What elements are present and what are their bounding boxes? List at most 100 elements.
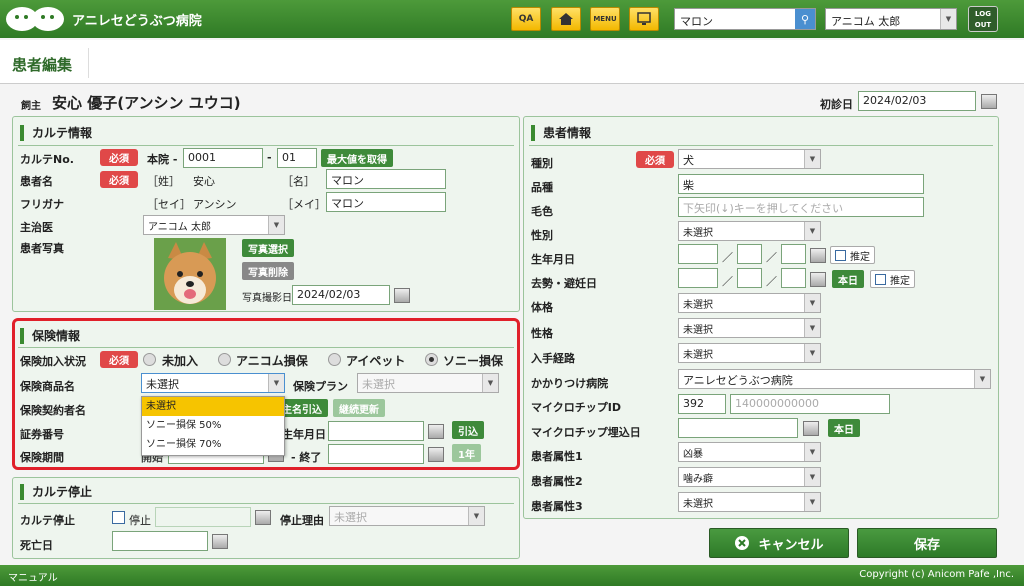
birth-day-field[interactable] — [781, 244, 806, 264]
attr2-label: 患者属性2 — [531, 475, 583, 488]
stop-title: カルテ停止 — [20, 484, 92, 500]
temper-select[interactable]: 未選択 ▼ — [678, 318, 821, 338]
mei-field[interactable]: マロン — [326, 169, 446, 189]
karte-no-field-1[interactable]: 0001 — [183, 148, 263, 168]
monitor-icon[interactable] — [629, 7, 659, 31]
one-year-button[interactable]: 1年 — [452, 444, 481, 462]
photo-delete-button[interactable]: 写真削除 — [242, 262, 294, 280]
karte-no-field-2[interactable]: 01 — [277, 148, 317, 168]
owner-pull-button[interactable]: 主名引込 — [280, 399, 328, 417]
chip-today-button[interactable]: 本日 — [828, 419, 860, 437]
dropdown-option[interactable]: 未選択 — [142, 397, 284, 416]
neuter-month-field[interactable] — [737, 268, 762, 288]
chevron-down-icon: ▼ — [940, 9, 956, 29]
birth-month-field[interactable] — [737, 244, 762, 264]
breed-field[interactable]: 柴 — [678, 174, 924, 194]
manual-link[interactable]: マニュアル — [8, 569, 58, 584]
stop-checkbox[interactable] — [112, 511, 125, 524]
product-select[interactable]: 未選択 ▼ — [141, 373, 285, 393]
chevron-down-icon: ▼ — [804, 222, 820, 240]
birth-estimate-checkbox[interactable]: 推定 — [830, 246, 875, 264]
page-title: 患者編集 — [12, 56, 73, 74]
photo-date-field[interactable]: 2024/02/03 — [292, 285, 390, 305]
menu-button[interactable]: MENU — [590, 7, 620, 31]
chip-date-label: マイクロチップ埋込日 — [531, 426, 641, 439]
divider — [18, 347, 514, 348]
product-value: 未選択 — [146, 378, 179, 391]
birth-label: 生年月日 — [531, 253, 575, 266]
attr2-select[interactable]: 噛み癖 ▼ — [678, 467, 821, 487]
radio-none[interactable] — [143, 353, 156, 366]
max-value-button[interactable]: 最大値を取得 — [321, 149, 393, 167]
period-end-field[interactable] — [328, 444, 424, 464]
photo-select-button[interactable]: 写真選択 — [242, 239, 294, 257]
stop-reason-select[interactable]: 未選択 ▼ — [329, 506, 485, 526]
chip-label: マイクロチップID — [531, 401, 622, 414]
owner-name: 安心 優子(アンシン ユウコ) — [52, 94, 241, 112]
attr1-label: 患者属性1 — [531, 450, 583, 463]
calendar-icon[interactable] — [810, 248, 826, 263]
attr3-select[interactable]: 未選択 ▼ — [678, 492, 821, 512]
product-label: 保険商品名 — [20, 380, 75, 393]
calendar-icon[interactable] — [255, 510, 271, 525]
doctor-label: 主治医 — [20, 221, 53, 234]
cancel-button[interactable]: キャンセル — [709, 528, 849, 558]
home-icon[interactable] — [551, 7, 581, 31]
search-icon[interactable]: ⚲ — [795, 9, 815, 29]
user-name: アニコム 太郎 — [831, 15, 901, 28]
species-select[interactable]: 犬 ▼ — [678, 149, 821, 169]
attr1-select[interactable]: 凶暴 ▼ — [678, 442, 821, 462]
qa-button[interactable]: QA — [511, 7, 541, 31]
sex-select[interactable]: 未選択 ▼ — [678, 221, 821, 241]
sei-kana-label: ［セイ］ — [147, 198, 191, 211]
today-button[interactable]: 本日 — [832, 270, 864, 288]
mei-kana-field[interactable]: マロン — [326, 192, 446, 212]
color-field[interactable]: 下矢印(↓)キーを押してください — [678, 197, 924, 217]
death-date-field[interactable] — [112, 531, 208, 551]
stop-date-field[interactable] — [155, 507, 251, 527]
chip-date-field[interactable] — [678, 418, 798, 438]
pull-button[interactable]: 引込 — [452, 421, 484, 439]
stop-label: カルテ停止 — [20, 514, 75, 527]
radio-anicom[interactable] — [218, 353, 231, 366]
stop-reason-value: 未選択 — [334, 511, 367, 524]
patient-title: 患者情報 — [531, 125, 591, 141]
first-visit-field[interactable]: 2024/02/03 — [858, 91, 976, 111]
doctor-select[interactable]: アニコム 太郎 ▼ — [143, 215, 285, 235]
neuter-year-field[interactable] — [678, 268, 718, 288]
logout-button[interactable]: LOG OUT — [968, 6, 998, 32]
plan-select[interactable]: 未選択 ▼ — [357, 373, 499, 393]
renew-button[interactable]: 継続更新 — [333, 399, 385, 417]
search-input[interactable]: マロン ⚲ — [674, 8, 816, 30]
dropdown-option[interactable]: ソニー損保 50% — [142, 416, 284, 435]
dropdown-option[interactable]: ソニー損保 70% — [142, 435, 284, 454]
required-badge: 必須 — [100, 149, 138, 166]
calendar-icon[interactable] — [803, 421, 819, 436]
calendar-icon[interactable] — [212, 534, 228, 549]
user-select[interactable]: アニコム 太郎 ▼ — [825, 8, 957, 30]
chip-number-field[interactable]: 140000000000 — [730, 394, 890, 414]
required-badge: 必須 — [100, 351, 138, 368]
calendar-icon[interactable] — [428, 447, 444, 462]
chip-prefix-field[interactable]: 392 — [678, 394, 726, 414]
body-select[interactable]: 未選択 ▼ — [678, 293, 821, 313]
acquisition-value: 未選択 — [683, 350, 713, 361]
radio-ipet[interactable] — [328, 353, 341, 366]
neuter-day-field[interactable] — [781, 268, 806, 288]
save-button[interactable]: 保存 — [857, 528, 997, 558]
plan-value: 未選択 — [362, 378, 395, 391]
radio-sony[interactable] — [425, 353, 438, 366]
calendar-icon[interactable] — [428, 424, 444, 439]
calendar-icon[interactable] — [810, 272, 826, 287]
calendar-icon[interactable] — [394, 288, 410, 303]
clinic-select[interactable]: アニレセどうぶつ病院 ▼ — [678, 369, 991, 389]
insurance-birth-field[interactable] — [328, 421, 424, 441]
chevron-down-icon: ▼ — [804, 344, 820, 362]
neuter-estimate-checkbox[interactable]: 推定 — [870, 270, 915, 288]
divider — [18, 503, 514, 504]
birth-year-field[interactable] — [678, 244, 718, 264]
divider — [529, 145, 993, 146]
page-header: 患者編集 — [0, 40, 1024, 84]
acquisition-select[interactable]: 未選択 ▼ — [678, 343, 821, 363]
calendar-icon[interactable] — [981, 94, 997, 109]
